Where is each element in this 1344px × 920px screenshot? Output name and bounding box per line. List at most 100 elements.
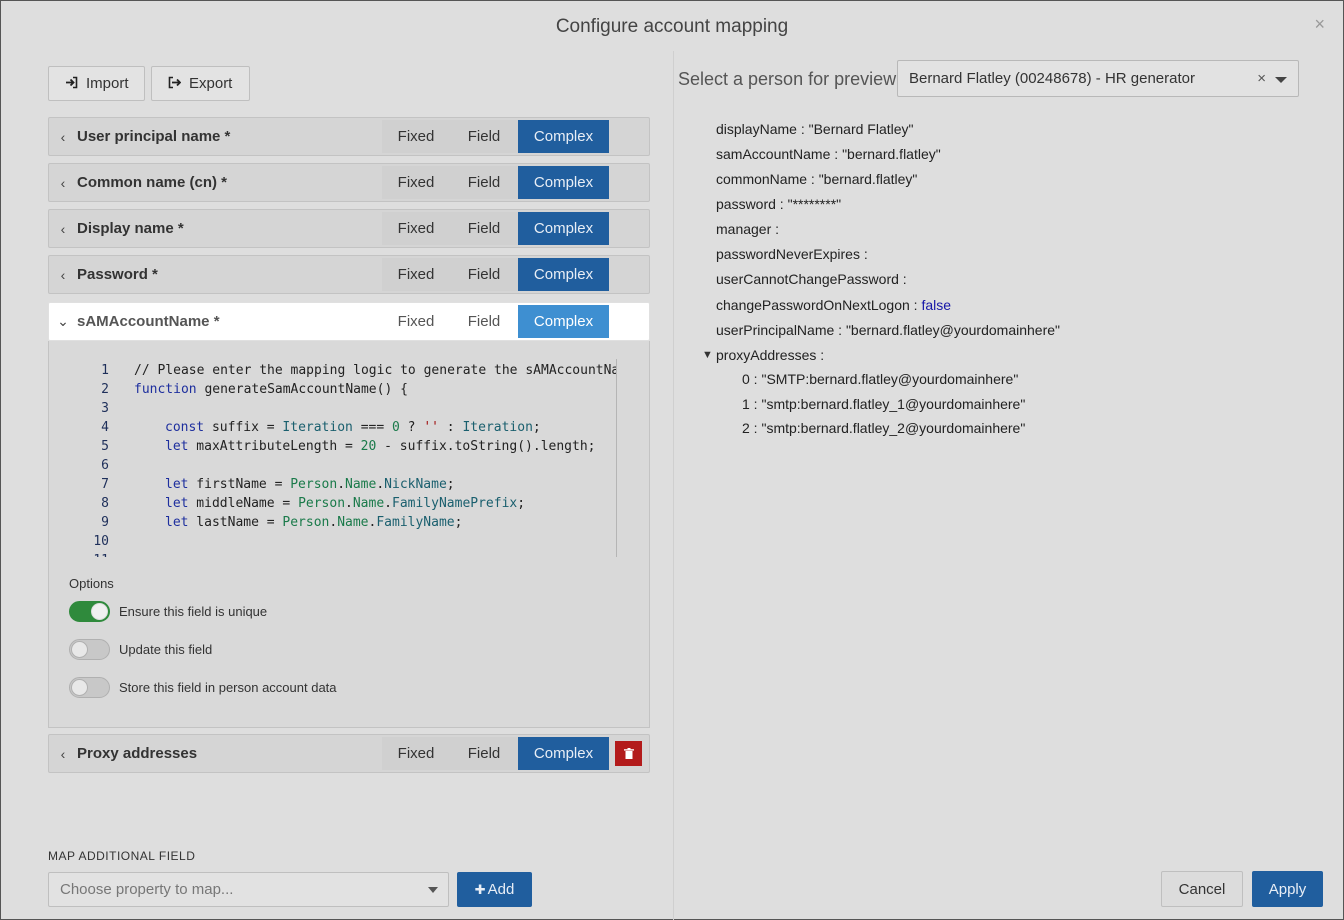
proxy-address-item: 2 : "smtp:bernard.flatley_2@yourdomainhe…	[742, 420, 1025, 436]
property-separator: :	[796, 121, 809, 137]
property-key: displayName	[716, 121, 797, 137]
code-keyword: const	[165, 420, 205, 435]
chevron-left-icon[interactable]: ‹	[49, 746, 77, 762]
property-value: "Bernard Flatley"	[808, 121, 914, 137]
property-separator: :	[749, 420, 762, 436]
field-option[interactable]: Field	[450, 120, 518, 153]
preview-person-label: Select a person for preview	[678, 69, 897, 89]
field-option[interactable]: Field	[450, 737, 518, 770]
selected-person: Bernard Flatley (00248678) - HR generato…	[909, 70, 1195, 87]
property-separator: :	[898, 271, 907, 287]
mapping-row-samaccountname[interactable]: ⌄ sAMAccountName * Fixed Field Complex	[48, 302, 650, 341]
code-text: generateSamAccountName() {	[196, 382, 408, 397]
field-option[interactable]: Field	[450, 166, 518, 199]
unique-toggle[interactable]	[69, 601, 110, 622]
store-toggle[interactable]	[69, 677, 110, 698]
mapping-label: Common name (cn) *	[77, 174, 228, 191]
chevron-left-icon[interactable]: ‹	[49, 129, 77, 145]
chevron-left-icon[interactable]: ‹	[49, 221, 77, 237]
trash-icon[interactable]	[615, 741, 642, 766]
add-field-button[interactable]: ✚ Add	[457, 872, 532, 907]
fixed-option[interactable]: Fixed	[382, 737, 450, 770]
toggle-knob	[71, 679, 88, 696]
chevron-left-icon[interactable]: ‹	[49, 175, 77, 191]
complex-option[interactable]: Complex	[518, 120, 609, 153]
property-value: "smtp:bernard.flatley_1@yourdomainhere"	[761, 396, 1026, 412]
export-button[interactable]: Export	[151, 66, 250, 101]
chevron-down-icon[interactable]: ⌄	[49, 313, 77, 330]
chevron-left-icon[interactable]: ‹	[49, 267, 77, 283]
close-icon[interactable]: ×	[1314, 14, 1325, 35]
complex-option[interactable]: Complex	[518, 166, 609, 199]
field-option[interactable]: Field	[450, 212, 518, 245]
toggle-knob	[71, 641, 88, 658]
property-separator: :	[771, 221, 780, 237]
complex-option[interactable]: Complex	[518, 212, 609, 245]
preview-property: samAccountName : "bernard.flatley"	[716, 146, 941, 162]
mapping-row-proxy-addresses[interactable]: ‹ Proxy addresses Fixed Field Complex	[48, 734, 650, 773]
complex-option[interactable]: Complex	[518, 737, 609, 770]
code-text: .	[376, 477, 385, 492]
field-option[interactable]: Field	[450, 258, 518, 291]
property-key: manager	[716, 221, 772, 237]
mapping-type-toggle: Fixed Field Complex	[382, 735, 609, 772]
property-key: userPrincipalName	[716, 322, 835, 338]
fixed-option[interactable]: Fixed	[382, 120, 450, 153]
complex-option[interactable]: Complex	[518, 258, 609, 291]
line-number: 4	[101, 420, 109, 435]
fixed-option[interactable]: Fixed	[382, 305, 450, 338]
property-key: 2	[742, 420, 750, 436]
field-option[interactable]: Field	[450, 305, 518, 338]
code-editor[interactable]: 1 // Please enter the mapping logic to ge…	[61, 359, 617, 557]
mapping-row-common-name[interactable]: ‹ Common name (cn) * Fixed Field Complex	[48, 163, 650, 202]
triangle-down-icon[interactable]: ▼	[702, 349, 713, 361]
choose-property-select[interactable]: Choose property to map...	[48, 872, 449, 907]
mapping-row-user-principal-name[interactable]: ‹ User principal name * Fixed Field Comp…	[48, 117, 650, 156]
clear-icon[interactable]: ×	[1257, 70, 1266, 87]
code-text: ;	[532, 420, 541, 435]
code-text: .	[345, 496, 353, 511]
caret-down-icon[interactable]	[1275, 77, 1287, 83]
code-identifier: Name	[352, 496, 385, 511]
code-identifier: FamilyName	[376, 515, 455, 530]
mapping-type-toggle: Fixed Field Complex	[382, 164, 609, 201]
code-text: maxAttributeLength =	[188, 439, 361, 454]
line-number: 9	[101, 515, 109, 530]
mapping-label: Display name *	[77, 220, 184, 237]
code-text: ;	[446, 477, 455, 492]
code-text: ;	[454, 515, 463, 530]
apply-button[interactable]: Apply	[1252, 871, 1323, 907]
plus-icon: ✚	[474, 881, 486, 897]
complex-option[interactable]: Complex	[518, 305, 609, 338]
mapping-row-password[interactable]: ‹ Password * Fixed Field Complex	[48, 255, 650, 294]
map-additional-field-label: MAP ADDITIONAL FIELD	[48, 849, 196, 863]
preview-property: userPrincipalName : "bernard.flatley@you…	[716, 322, 1060, 338]
option-label: Ensure this field is unique	[119, 604, 268, 619]
code-identifier: Person	[282, 515, 330, 530]
preview-property-proxy-addresses[interactable]: proxyAddresses :	[716, 347, 824, 363]
property-separator: :	[775, 196, 788, 212]
update-toggle[interactable]	[69, 639, 110, 660]
cancel-button[interactable]: Cancel	[1161, 871, 1243, 907]
fixed-option[interactable]: Fixed	[382, 258, 450, 291]
preview-property: commonName : "bernard.flatley"	[716, 171, 917, 187]
mapping-label: Password *	[77, 266, 158, 283]
import-button[interactable]: Import	[48, 66, 145, 101]
preview-property: displayName : "Bernard Flatley"	[716, 121, 913, 137]
property-separator: :	[807, 171, 819, 187]
code-keyword: let	[165, 496, 189, 511]
add-label: Add	[487, 881, 515, 898]
fixed-option[interactable]: Fixed	[382, 212, 450, 245]
preview-person-select[interactable]: Bernard Flatley (00248678) - HR generato…	[897, 60, 1299, 97]
dialog-title: Configure account mapping	[555, 16, 789, 37]
code-keyword: let	[165, 439, 189, 454]
line-number: 7	[101, 477, 109, 492]
fixed-option[interactable]: Fixed	[382, 166, 450, 199]
mapping-row-display-name[interactable]: ‹ Display name * Fixed Field Complex	[48, 209, 650, 248]
code-identifier: NickName	[384, 477, 447, 492]
code-text: middleName =	[188, 496, 299, 511]
mapping-label: Proxy addresses	[77, 745, 198, 762]
line-number: 5	[101, 439, 109, 454]
mapping-type-toggle: Fixed Field Complex	[382, 256, 609, 293]
code-text: .	[384, 496, 392, 511]
